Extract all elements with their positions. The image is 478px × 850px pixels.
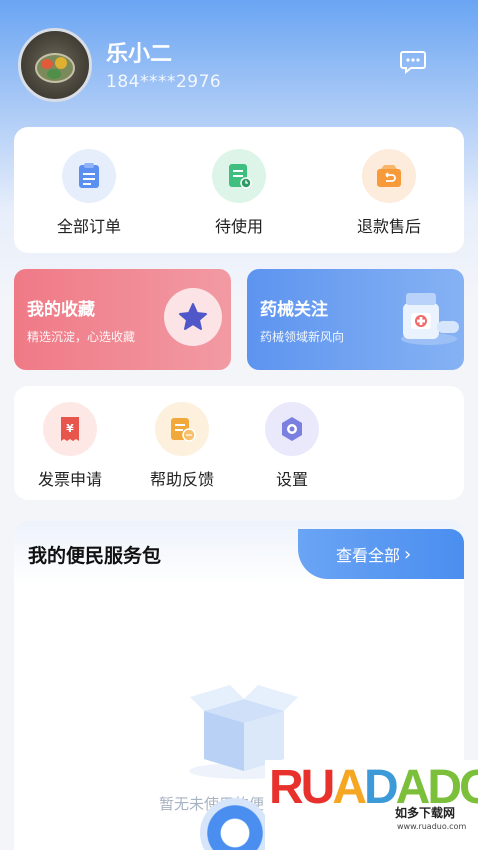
pending-use-label: 待使用 [214,217,263,236]
pending-use-icon [212,149,266,203]
drug-follow-card[interactable]: 药械关注 药械领域新风向 [247,269,464,370]
drug-follow-subtitle: 药械领域新风向 [260,330,345,344]
orders-card: 全部订单 待使用 退款售后 [14,127,464,253]
chevron-right-icon: › [404,543,412,565]
user-name: 乐小二 [106,42,173,67]
invoice-label: 发票申请 [37,470,102,489]
refund-label: 退款售后 [356,217,421,236]
watermark-logo: RUADADO 如多下载网 www.ruaduo.com [265,760,478,850]
help-feedback-icon [155,402,209,456]
settings-label: 设置 [275,470,308,489]
invoice-icon: ¥ [43,402,97,456]
avatar[interactable] [18,28,92,102]
star-icon [164,288,222,346]
watermark-url: www.ruaduo.com [397,822,467,831]
favorites-title: 我的收藏 [27,300,95,320]
invoice-button[interactable]: ¥ 发票申请 [10,402,130,490]
drug-follow-title: 药械关注 [260,300,328,320]
favorites-card[interactable]: 我的收藏 精选沉淀，心选收藏 [14,269,231,370]
medicine-bottle-icon [401,293,459,345]
tools-card: ¥ 发票申请 帮助反馈 设置 [14,386,464,500]
svg-text:¥: ¥ [66,422,74,435]
refund-icon [362,149,416,203]
user-phone: 184****2976 [106,72,222,92]
settings-icon [265,402,319,456]
all-orders-label: 全部订单 [56,217,121,236]
message-icon[interactable] [400,50,426,74]
pending-use-button[interactable]: 待使用 [179,149,299,237]
watermark-name: 如多下载网 [395,806,456,820]
order-list-icon [62,149,116,203]
favorites-subtitle: 精选沉淀，心选收藏 [27,330,136,344]
help-feedback-label: 帮助反馈 [149,470,214,489]
view-all-button[interactable]: 查看全部 › [298,529,464,579]
service-package-title: 我的便民服务包 [28,545,162,567]
all-orders-button[interactable]: 全部订单 [29,149,149,237]
view-all-label: 查看全部 [336,546,401,565]
help-feedback-button[interactable]: 帮助反馈 [122,402,242,490]
refund-button[interactable]: 退款售后 [329,149,449,237]
settings-button[interactable]: 设置 [232,402,352,490]
profile-header: 乐小二 184****2976 [18,28,460,108]
